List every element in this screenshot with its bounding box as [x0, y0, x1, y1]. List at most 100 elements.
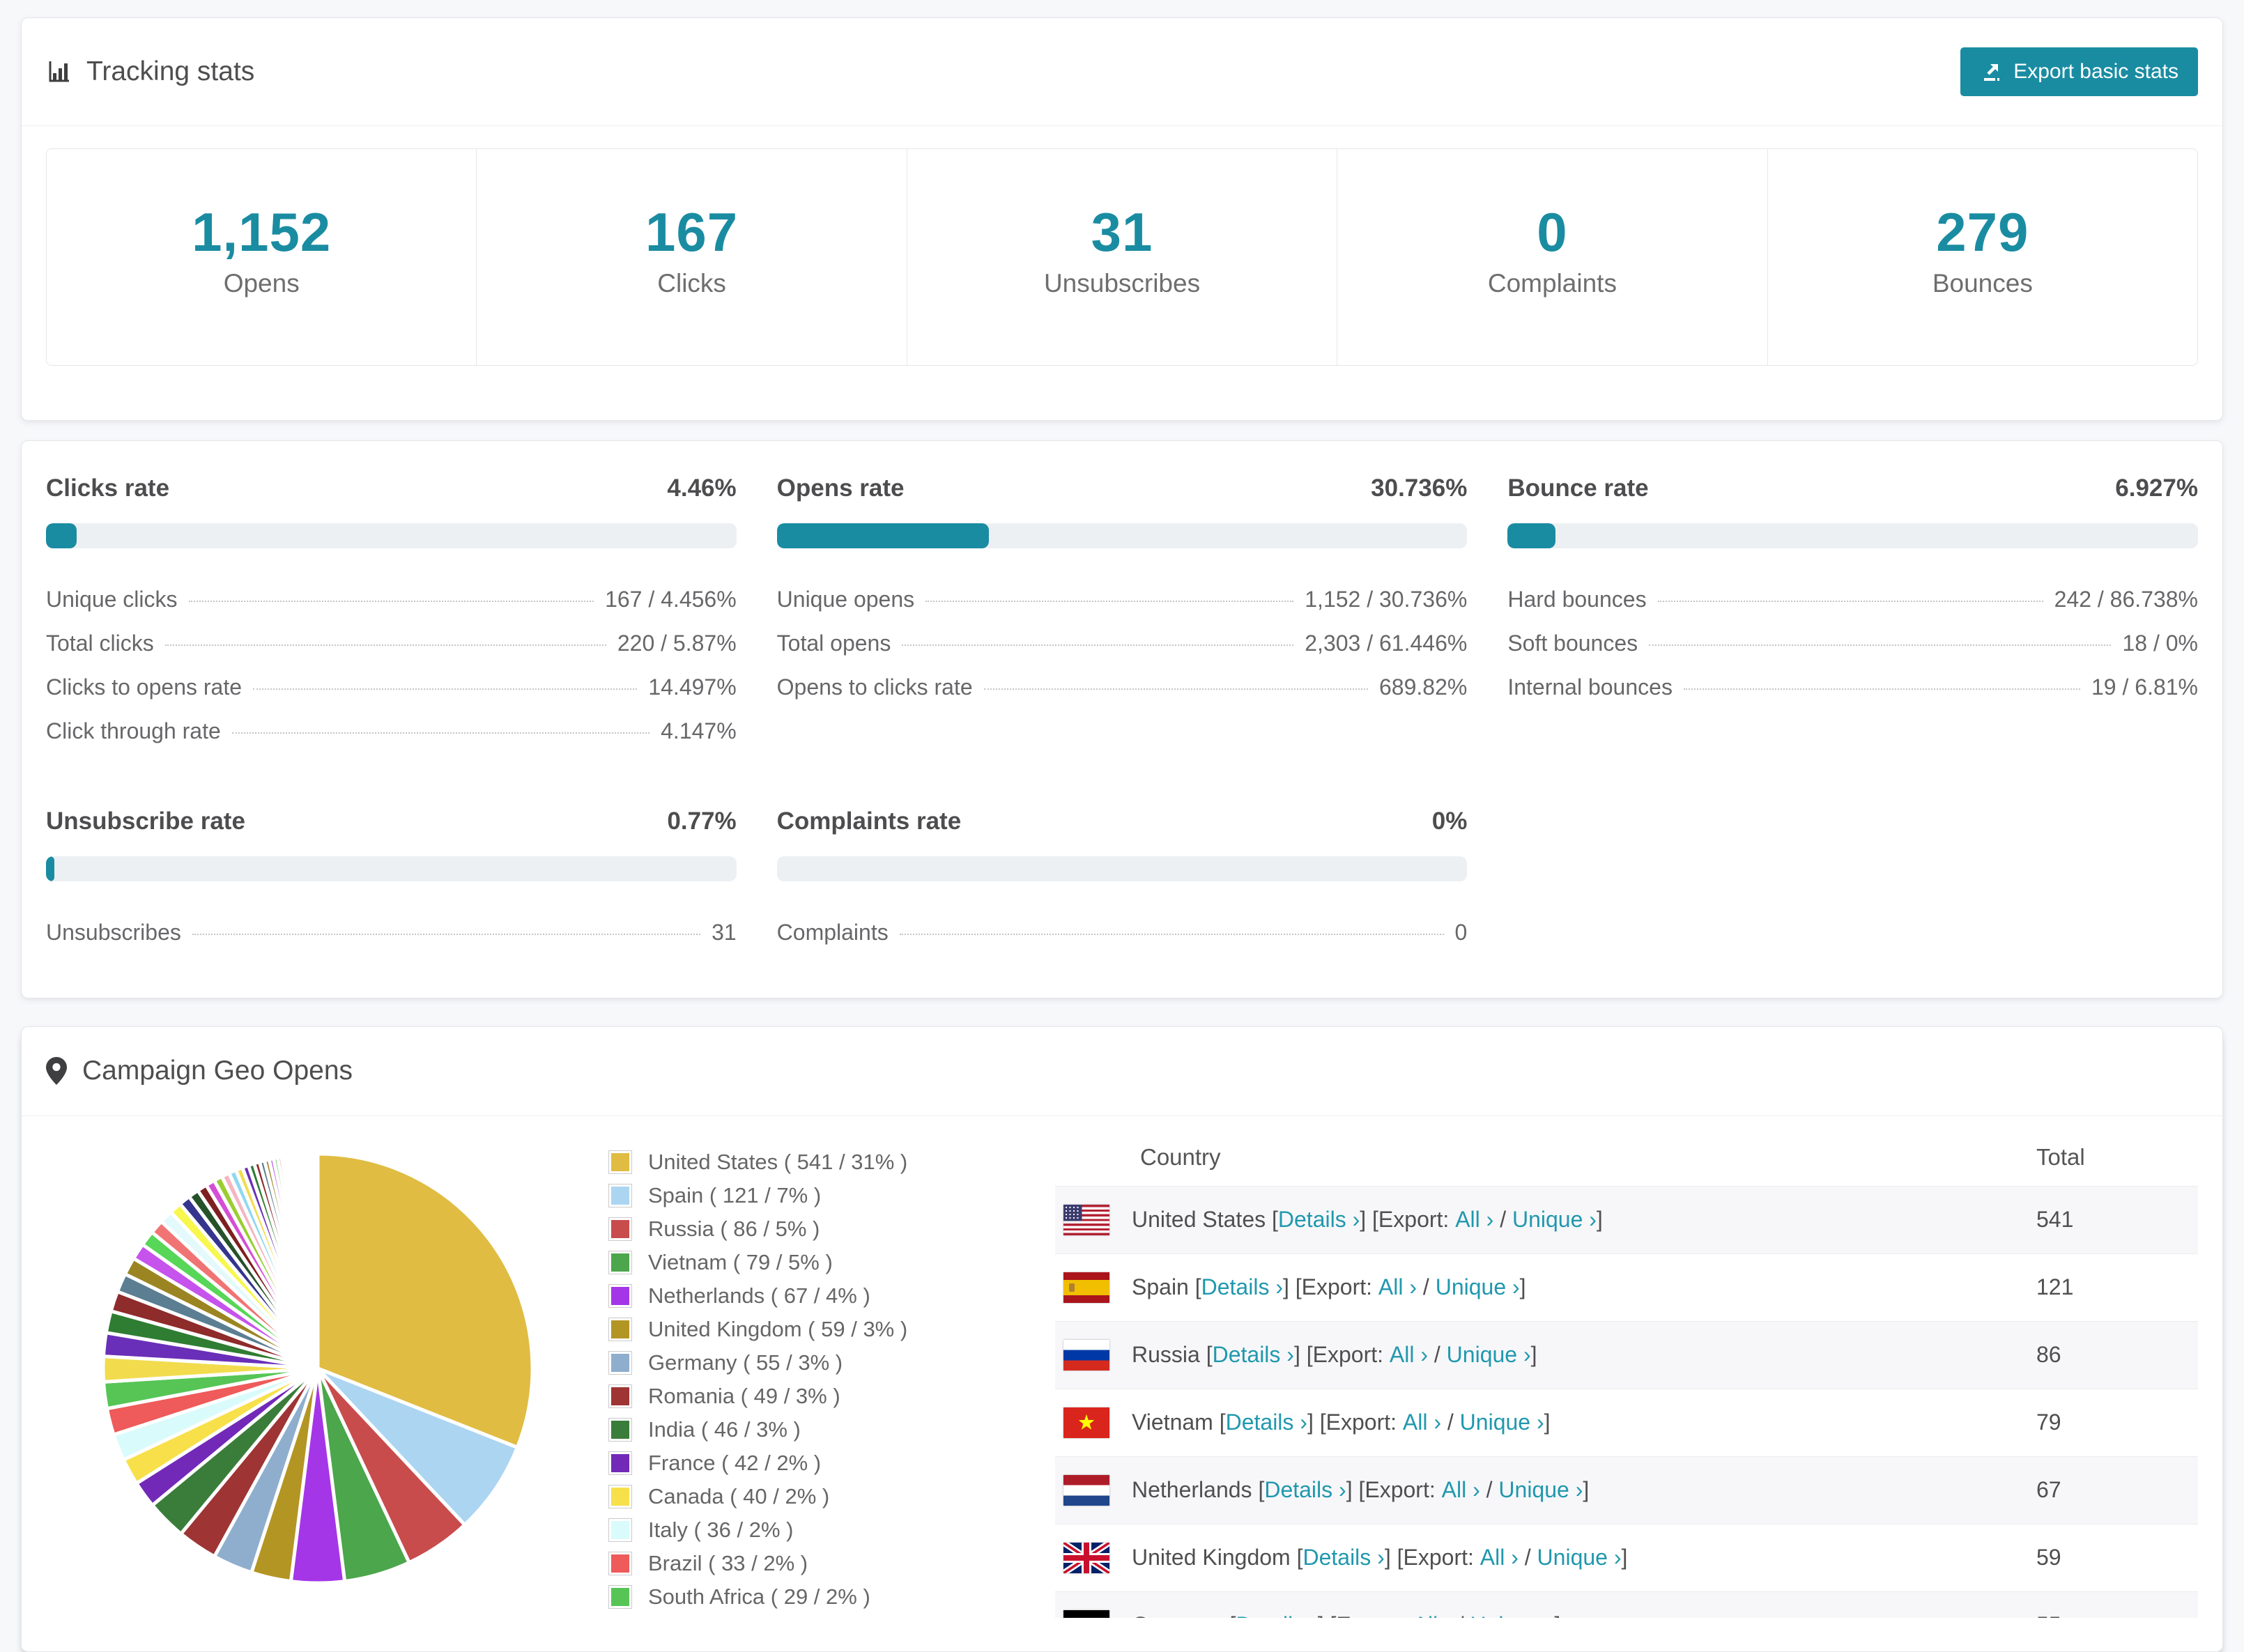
rate-block-header: Opens rate 30.736% [777, 474, 1468, 502]
country-name: Netherlands [1132, 1477, 1252, 1503]
rate-detail-label: Unsubscribes [46, 920, 181, 945]
export-unique-link[interactable]: Unique › [1498, 1477, 1583, 1503]
column-header-country: Country [1140, 1143, 1221, 1170]
rate-detail-label: Total opens [776, 631, 891, 656]
country-cell: United Kingdom [Details ›] [Export: All … [1132, 1545, 1627, 1570]
rate-detail-label: Click through rate [46, 718, 221, 743]
table-row-us: United States [Details ›] [Export: All ›… [1055, 1185, 2198, 1253]
details-link[interactable]: Details › [1302, 1545, 1384, 1570]
bracket: [ [1229, 1612, 1236, 1618]
export-unique-link[interactable]: Unique › [1537, 1545, 1622, 1570]
bracket: ] [ [1346, 1477, 1365, 1503]
legend-item: Spain ( 121 / 7% ) [609, 1183, 1036, 1208]
text-spacer [1266, 1207, 1272, 1233]
export-label: Export: [1312, 1342, 1383, 1368]
rate-detail-row: Total opens 2,303 / 61.446% [777, 622, 1468, 665]
pie-legend: United States ( 541 / 31% ) Spain ( 121 /… [609, 1129, 1036, 1618]
legend-item: United States ( 541 / 31% ) [609, 1150, 1036, 1175]
details-link[interactable]: Details › [1236, 1612, 1317, 1618]
progress-bar [776, 523, 1468, 548]
dotted-leader [925, 601, 1294, 602]
details-link[interactable]: Details › [1201, 1274, 1283, 1300]
text-spacer [1372, 1274, 1378, 1300]
bracket: [ [1206, 1342, 1213, 1368]
legend-swatch [609, 1418, 631, 1441]
export-label: Export: [1336, 1612, 1406, 1618]
legend-label: United States ( 541 / 31% ) [648, 1149, 908, 1174]
dotted-leader [231, 732, 650, 734]
flag-es-icon [1063, 1272, 1109, 1303]
legend-label: Italy ( 36 / 2% ) [648, 1517, 794, 1542]
legend-item: India ( 46 / 3% ) [609, 1417, 1036, 1442]
export-unique-link[interactable]: Unique › [1470, 1612, 1554, 1618]
row-total: 55 [2036, 1612, 2198, 1618]
export-all-link[interactable]: All › [1480, 1545, 1519, 1570]
details-link[interactable]: Details › [1264, 1477, 1346, 1503]
country-cell: Netherlands [Details ›] [Export: All › /… [1132, 1477, 1589, 1503]
export-all-link[interactable]: All › [1442, 1477, 1480, 1503]
export-all-link[interactable]: All › [1390, 1342, 1428, 1368]
table-row-vn: Vietnam [Details ›] [Export: All › / Uni… [1055, 1388, 2198, 1456]
legend-swatch [609, 1485, 631, 1508]
export-all-link[interactable]: All › [1455, 1207, 1493, 1233]
pie-chart-svg [101, 1152, 535, 1585]
bracket: ] [1621, 1545, 1628, 1570]
rate-block-header: Unsubscribe rate 0.77% [46, 808, 737, 835]
tracking-stats-title-text: Tracking stats [86, 56, 255, 86]
stat-value: 1,152 [192, 201, 332, 263]
export-unique-link[interactable]: Unique › [1436, 1274, 1520, 1300]
bracket: ] [ [1384, 1545, 1404, 1570]
legend-item: Vietnam ( 79 / 5% ) [609, 1250, 1036, 1275]
export-label: Export: [1301, 1274, 1373, 1300]
legend-item: Romania ( 49 / 3% ) [609, 1384, 1036, 1409]
export-unique-link[interactable]: Unique › [1460, 1410, 1544, 1435]
legend-swatch [609, 1552, 631, 1575]
stat-label: Bounces [1932, 269, 2033, 298]
legend-label: Canada ( 40 / 2% ) [648, 1483, 830, 1508]
legend-label: Spain ( 121 / 7% ) [648, 1182, 822, 1207]
text-spacer [1200, 1342, 1206, 1368]
dotted-leader [899, 934, 1444, 935]
export-label: Export: [1365, 1477, 1436, 1503]
country-cell: Vietnam [Details ›] [Export: All › / Uni… [1132, 1410, 1551, 1435]
table-row-nl: Netherlands [Details ›] [Export: All › /… [1055, 1456, 2198, 1524]
table-row-de: Germany [Details ›] [Export: All › / Uni… [1055, 1591, 2198, 1618]
flag-gb-icon [1061, 1540, 1112, 1576]
bracket: [ [1272, 1207, 1278, 1233]
legend-swatch [609, 1284, 631, 1307]
legend-swatch [609, 1518, 631, 1541]
stat-label: Unsubscribes [1043, 269, 1201, 298]
flag-ru-icon [1063, 1339, 1109, 1371]
text-spacer [1397, 1410, 1403, 1435]
details-link[interactable]: Details › [1226, 1410, 1307, 1435]
bracket: ] [1554, 1612, 1560, 1618]
progress-bar [776, 856, 1468, 881]
export-all-link[interactable]: All › [1413, 1612, 1452, 1618]
export-unique-link[interactable]: Unique › [1447, 1342, 1531, 1368]
row-total: 59 [2036, 1545, 2061, 1570]
country-name: Russia [1132, 1342, 1200, 1368]
country-cell: Spain [Details ›] [Export: All › / Uniqu… [1132, 1274, 1526, 1300]
rate-block-header: Clicks rate 4.46% [46, 474, 737, 502]
progress-bar [46, 523, 737, 548]
legend-item: Russia ( 86 / 5% ) [609, 1217, 1036, 1242]
stat-cell-complaints: 0 Complaints [1337, 149, 1768, 365]
export-all-link[interactable]: All › [1378, 1274, 1417, 1300]
flag-vn-icon [1063, 1407, 1109, 1438]
country-name: United States [1132, 1207, 1266, 1233]
rate-detail-value: 242 / 86.738% [2054, 587, 2198, 612]
geo-pie-chart [46, 1129, 590, 1618]
stat-cell-clicks: 167 Clicks [477, 149, 907, 365]
rate-detail-row: Unique clicks 167 / 4.456% [46, 578, 737, 622]
details-link[interactable]: Details › [1213, 1342, 1294, 1368]
export-unique-link[interactable]: Unique › [1512, 1207, 1597, 1233]
legend-item: Canada ( 40 / 2% ) [609, 1484, 1036, 1509]
slash-separator: / [1480, 1477, 1499, 1503]
export-all-link[interactable]: All › [1403, 1410, 1441, 1435]
dotted-leader [188, 601, 594, 602]
rate-detail-value: 0 [1454, 920, 1468, 945]
export-basic-stats-button[interactable]: Export basic stats [1960, 47, 2198, 96]
details-link[interactable]: Details › [1278, 1207, 1360, 1233]
legend-swatch [609, 1217, 631, 1240]
table-row-es: Spain [Details ›] [Export: All › / Uniqu… [1055, 1253, 2198, 1321]
